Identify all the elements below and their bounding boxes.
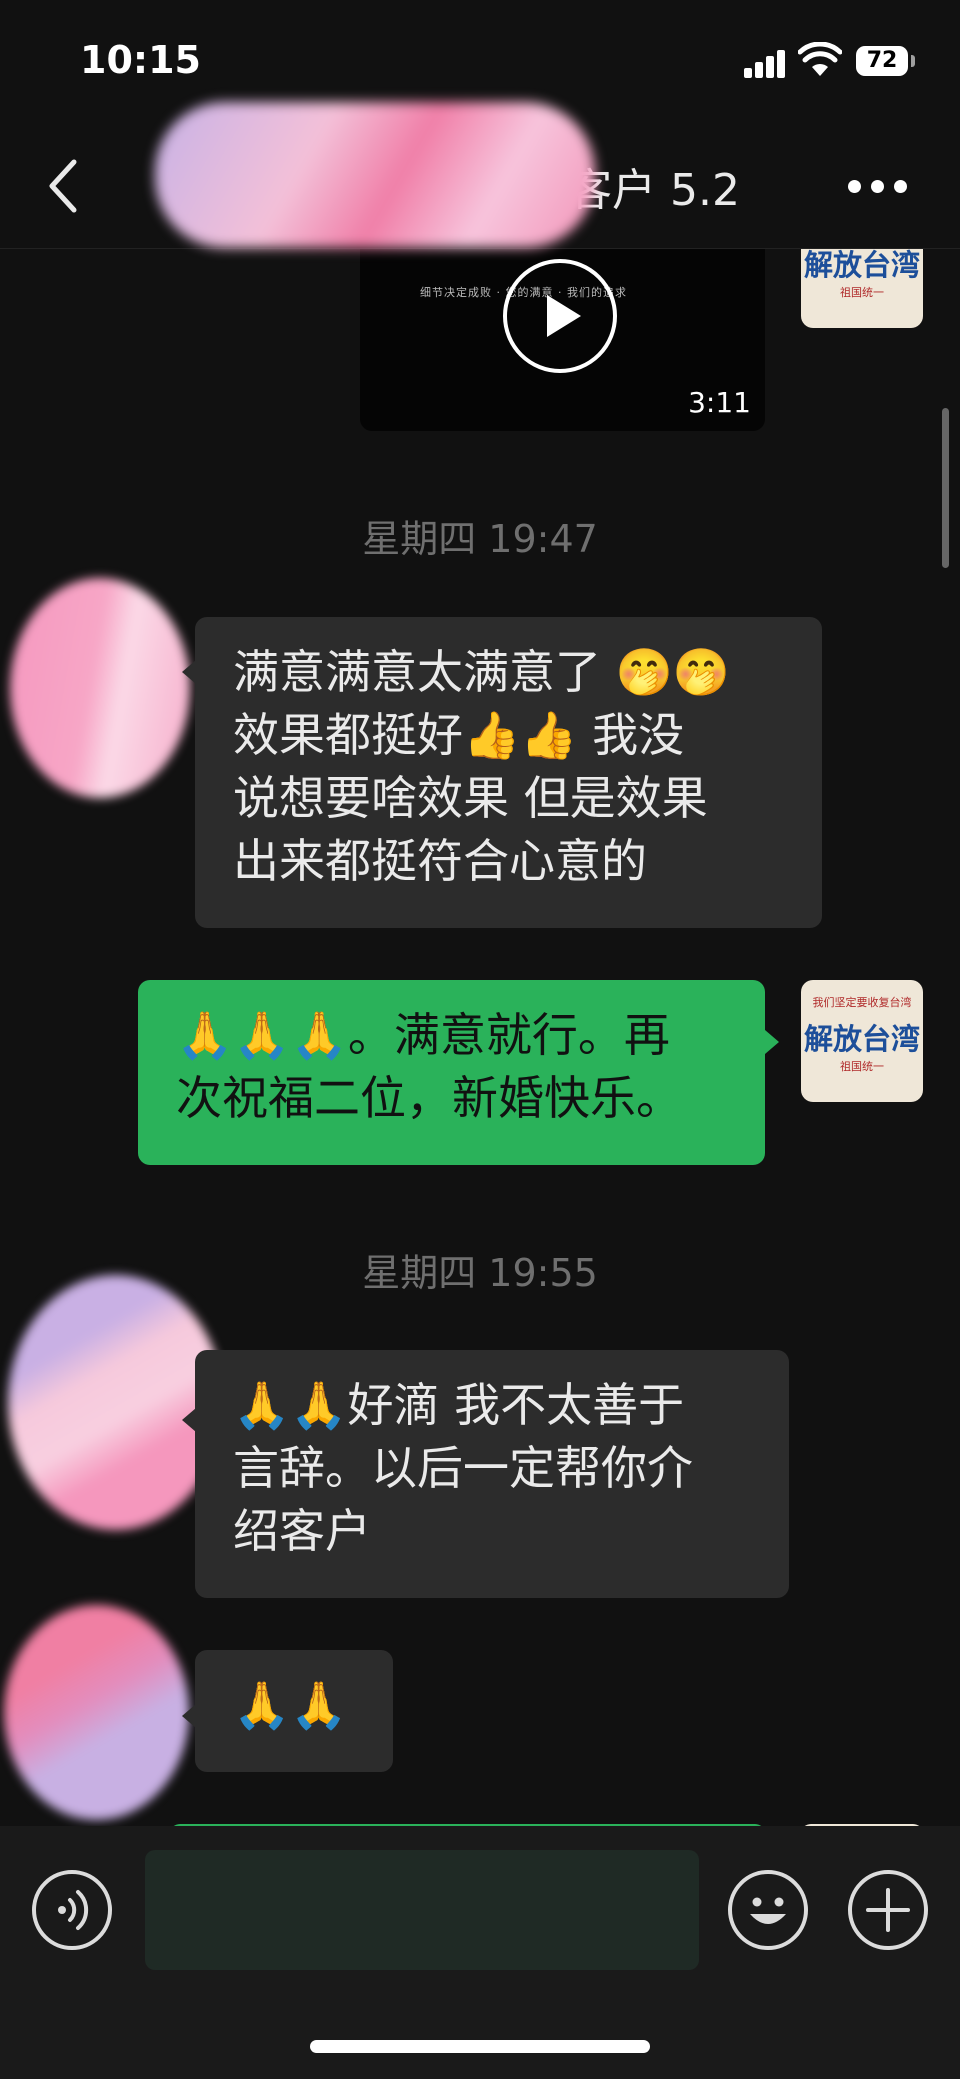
more-options-icon[interactable] bbox=[848, 180, 908, 196]
video-duration: 3:11 bbox=[688, 386, 751, 419]
smiley-icon bbox=[750, 1897, 786, 1924]
video-message[interactable]: 细节决定成败 · 您的满意 · 我们的追求 3:11 bbox=[360, 248, 765, 431]
more-actions-button[interactable] bbox=[848, 1870, 928, 1950]
status-time: 10:15 bbox=[80, 38, 201, 82]
my-avatar[interactable]: 我们坚定要收复台湾 解放台湾 祖国统一 bbox=[801, 980, 923, 1102]
battery-icon: 72 bbox=[856, 46, 908, 76]
message-bubble-incoming[interactable]: 满意满意太满意了 🤭🤭 效果都挺好👍👍 我没 说想要啥效果 但是效果 出来都挺符… bbox=[195, 617, 822, 928]
avatar-main-text: 解放台湾 bbox=[803, 1022, 920, 1056]
avatar-top-text: 我们坚定要收复台湾 bbox=[812, 996, 912, 1009]
contact-avatar-blurred[interactable] bbox=[10, 578, 190, 798]
cellular-signal-icon bbox=[744, 48, 788, 78]
voice-input-button[interactable] bbox=[32, 1870, 112, 1950]
avatar-sub-text: 祖国统一 bbox=[840, 1060, 884, 1073]
plus-icon bbox=[866, 1888, 910, 1932]
emoji-button[interactable] bbox=[728, 1870, 808, 1950]
voice-icon bbox=[58, 1890, 89, 1930]
avatar-sub-text: 祖国统一 bbox=[840, 286, 884, 299]
battery-cap bbox=[911, 55, 915, 67]
home-indicator[interactable] bbox=[310, 2040, 650, 2053]
wifi-icon bbox=[798, 42, 842, 76]
message-bubble-incoming[interactable]: 🙏🙏 bbox=[195, 1650, 393, 1772]
play-icon bbox=[547, 295, 581, 337]
message-bubble-incoming[interactable]: 🙏🙏好滴 我不太善于 言辞。以后一定帮你介 绍客户 bbox=[195, 1350, 789, 1598]
bubble-tail bbox=[182, 1704, 196, 1728]
redacted-name-blur bbox=[155, 102, 595, 248]
contact-avatar-blurred[interactable] bbox=[4, 1605, 189, 1820]
back-arrow-icon[interactable] bbox=[44, 156, 84, 216]
play-button[interactable] bbox=[503, 259, 617, 373]
contact-avatar-blurred[interactable] bbox=[8, 1275, 223, 1530]
bubble-tail bbox=[182, 1408, 196, 1432]
bubble-tail bbox=[765, 1030, 779, 1054]
message-bubble-outgoing[interactable]: 🙏🙏🙏。满意就行。再 次祝福二位，新婚快乐。 bbox=[138, 980, 765, 1165]
bubble-tail bbox=[182, 660, 196, 684]
timestamp: 星期四 19:47 bbox=[362, 517, 598, 561]
message-input[interactable] bbox=[145, 1850, 699, 1970]
